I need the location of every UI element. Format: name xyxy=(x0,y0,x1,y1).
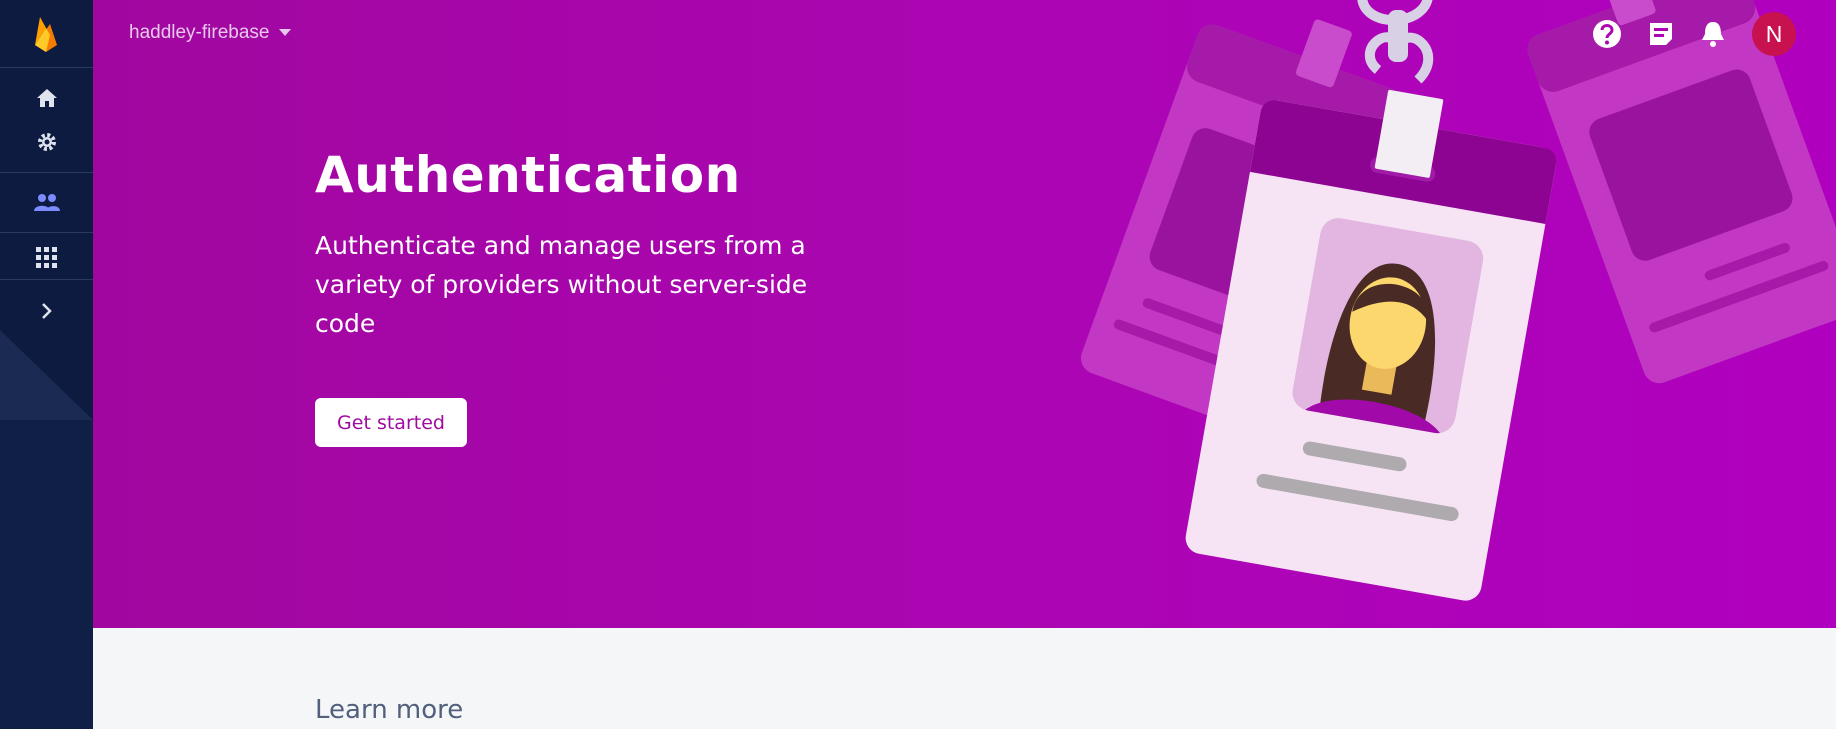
chevron-right-icon[interactable] xyxy=(0,293,93,329)
top-actions: N xyxy=(1592,12,1796,56)
sidebar-divider xyxy=(0,279,93,280)
project-selector[interactable]: haddley-firebase xyxy=(129,18,292,48)
sidebar xyxy=(0,0,93,729)
apps-grid-icon[interactable] xyxy=(0,240,93,276)
page-subtitle: Authenticate and manage users from a var… xyxy=(315,231,808,338)
id-badge-illustration xyxy=(1080,0,1836,601)
learn-more-heading: Learn more xyxy=(315,695,464,725)
get-started-button[interactable]: Get started xyxy=(315,398,467,447)
hero-banner: haddley-firebase N Authentication Authen… xyxy=(93,0,1836,628)
authentication-people-icon[interactable] xyxy=(0,185,93,221)
help-icon[interactable] xyxy=(1592,19,1622,49)
gear-icon[interactable] xyxy=(0,124,93,160)
project-name: haddley-firebase xyxy=(129,22,270,43)
sidebar-divider xyxy=(0,232,93,233)
firebase-logo-icon[interactable] xyxy=(0,10,93,58)
sidebar-shade-bottom xyxy=(0,420,93,729)
sidebar-shade xyxy=(0,330,93,420)
sidebar-divider xyxy=(0,172,93,173)
sidebar-divider xyxy=(0,67,93,68)
caret-down-icon xyxy=(279,29,292,36)
page-title: Authentication xyxy=(315,146,741,204)
release-notes-icon[interactable] xyxy=(1648,21,1674,47)
home-icon[interactable] xyxy=(0,80,93,116)
user-avatar[interactable]: N xyxy=(1752,12,1796,56)
notifications-bell-icon[interactable] xyxy=(1700,20,1726,48)
